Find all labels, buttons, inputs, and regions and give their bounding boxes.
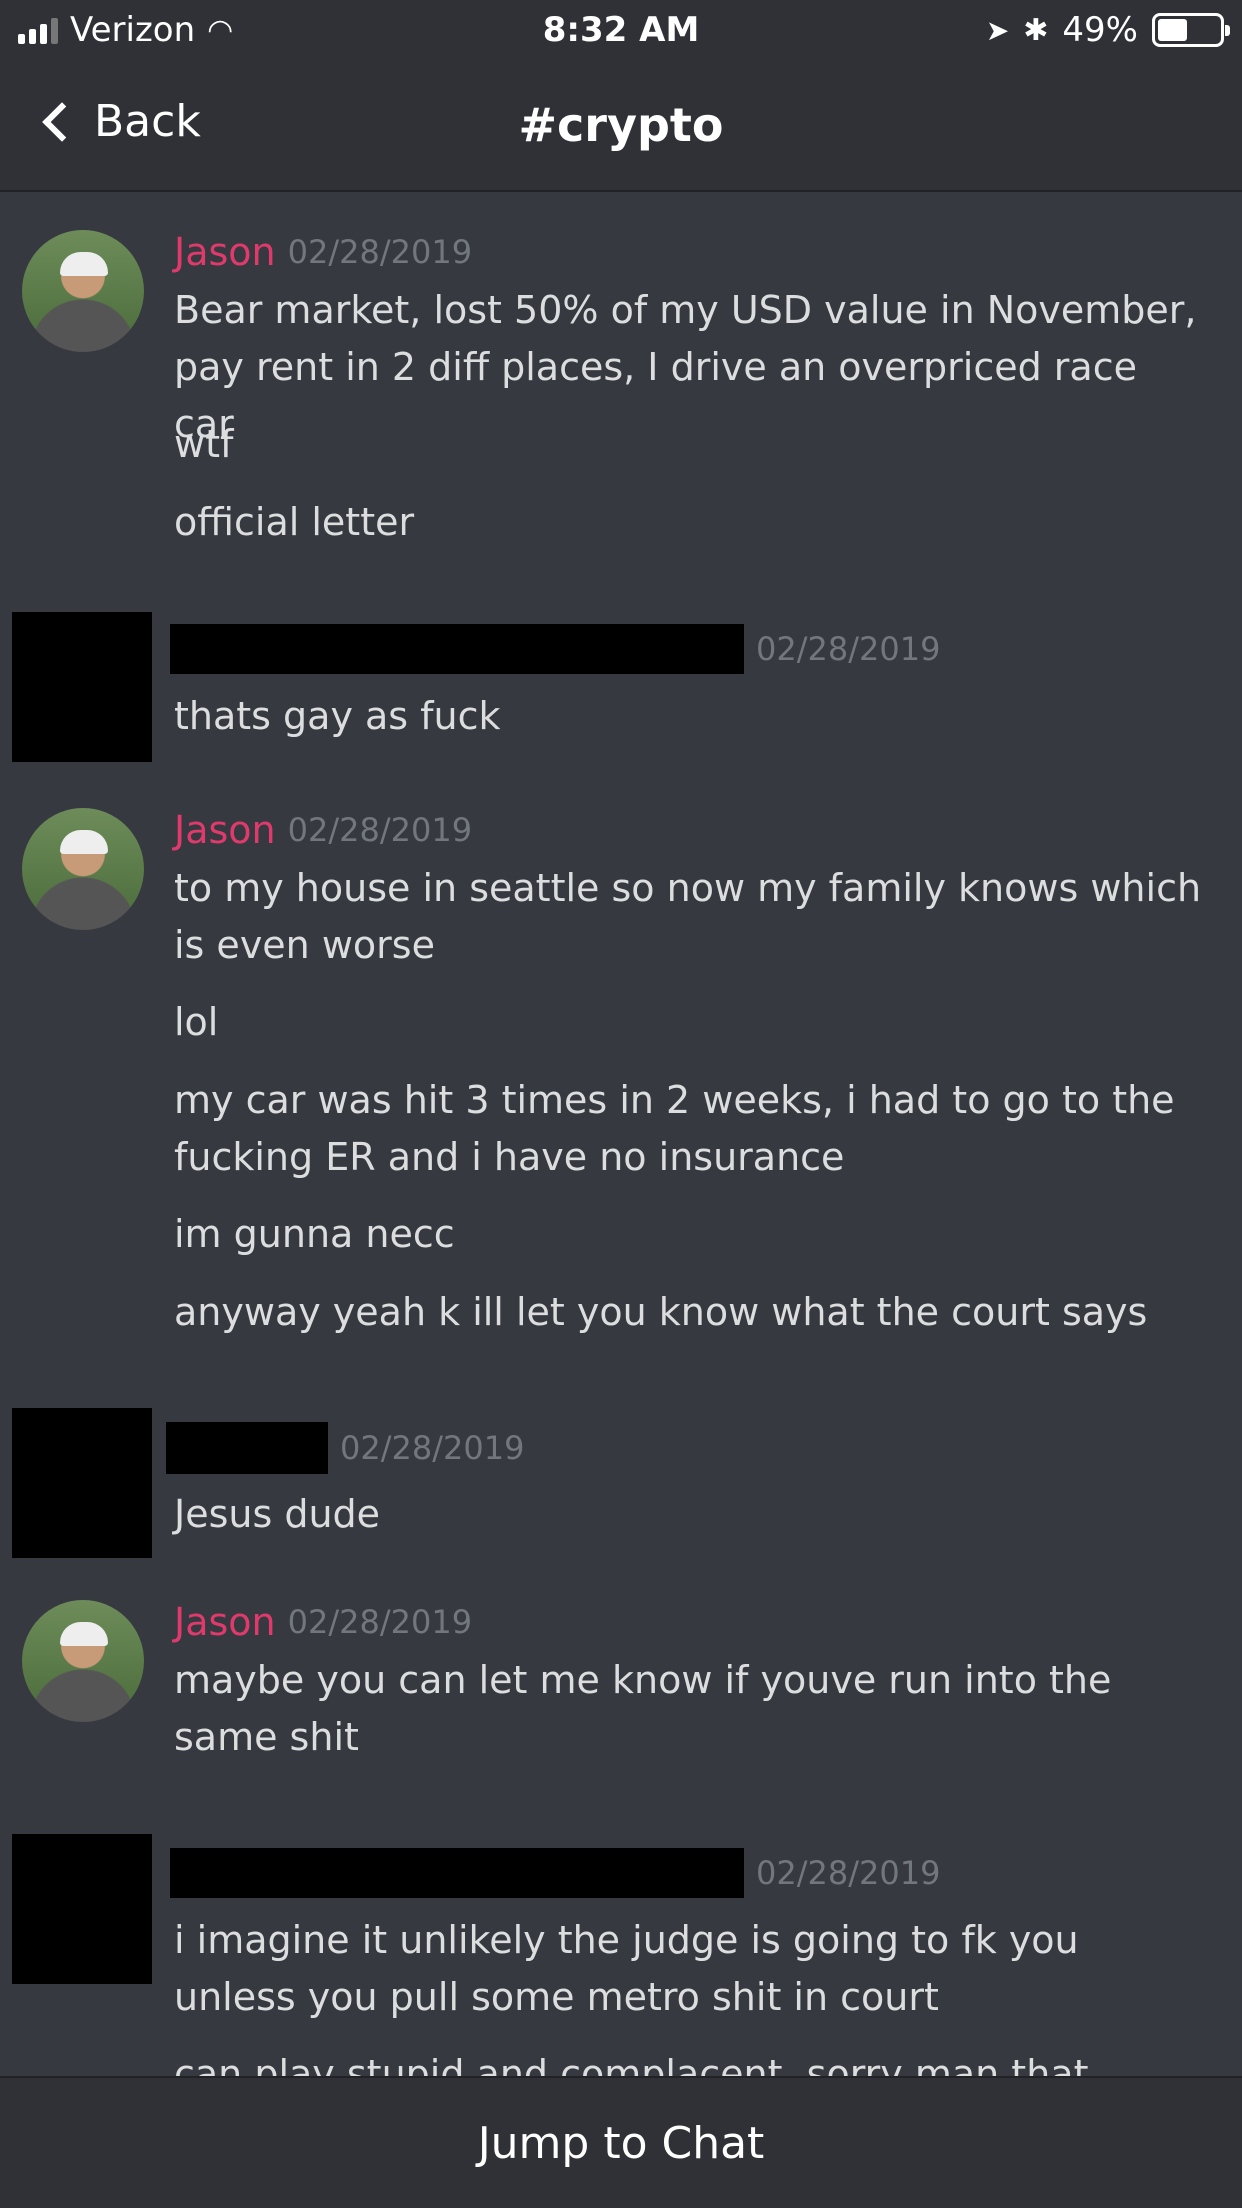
redacted-avatar (12, 1834, 152, 1984)
channel-title: #crypto (518, 98, 724, 152)
message-header: Jason 02/28/2019 (174, 230, 472, 274)
message-text: can play stupid and complacent, sorry ma… (174, 2052, 1089, 2076)
username[interactable]: Jason (174, 230, 276, 274)
redacted-avatar (12, 612, 152, 762)
timestamp: 02/28/2019 (287, 233, 473, 271)
message-header: 02/28/2019 (170, 624, 940, 674)
message-text: thats gay as fuck (174, 694, 501, 738)
message-text: maybe you can let me know if youve run i… (174, 1658, 1112, 1759)
message-list[interactable]: Jason 02/28/2019 Bear market, lost 50% o… (0, 192, 1242, 2076)
redacted-username (170, 1848, 744, 1898)
nav-bar: Back #crypto (0, 62, 1242, 192)
avatar[interactable] (22, 808, 144, 930)
avatar[interactable] (22, 1600, 144, 1722)
message-text: wtf (174, 422, 234, 466)
redacted-avatar (12, 1408, 152, 1558)
username[interactable]: Jason (174, 808, 276, 852)
jump-to-chat-button[interactable]: Jump to Chat (0, 2076, 1242, 2208)
message-text: lol (174, 1000, 219, 1044)
message-text: im gunna necc (174, 1212, 455, 1256)
message-header: Jason 02/28/2019 (174, 808, 472, 852)
timestamp: 02/28/2019 (287, 1603, 473, 1641)
message-header: 02/28/2019 (166, 1422, 524, 1474)
message-text: official letter (174, 500, 415, 544)
redacted-username (166, 1422, 328, 1474)
avatar[interactable] (22, 230, 144, 352)
message-text: to my house in seattle so now my family … (174, 866, 1202, 967)
username[interactable]: Jason (174, 1600, 276, 1644)
redacted-username (170, 624, 744, 674)
message-text: Jesus dude (174, 1492, 381, 1536)
timestamp: 02/28/2019 (756, 1854, 941, 1892)
message-header: Jason 02/28/2019 (174, 1600, 472, 1644)
status-right: ➤ ✱ 49% (985, 10, 1230, 50)
timestamp: 02/28/2019 (756, 630, 941, 668)
message-text: anyway yeah k ill let you know what the … (174, 1290, 1148, 1334)
message-text: i imagine it unlikely the judge is going… (174, 1918, 1079, 2019)
message-text: my car was hit 3 times in 2 weeks, i had… (174, 1078, 1175, 1179)
status-bar: Verizon ◠ 8:32 AM ➤ ✱ 49% (0, 0, 1242, 62)
jump-to-chat-label: Jump to Chat (477, 2117, 765, 2169)
battery-icon (1152, 13, 1230, 47)
message-header: 02/28/2019 (170, 1848, 940, 1898)
location-icon: ➤ (985, 13, 1010, 47)
battery-percent: 49% (1062, 10, 1138, 50)
timestamp: 02/28/2019 (287, 811, 473, 849)
timestamp: 02/28/2019 (340, 1429, 525, 1467)
bluetooth-icon: ✱ (1023, 12, 1049, 48)
